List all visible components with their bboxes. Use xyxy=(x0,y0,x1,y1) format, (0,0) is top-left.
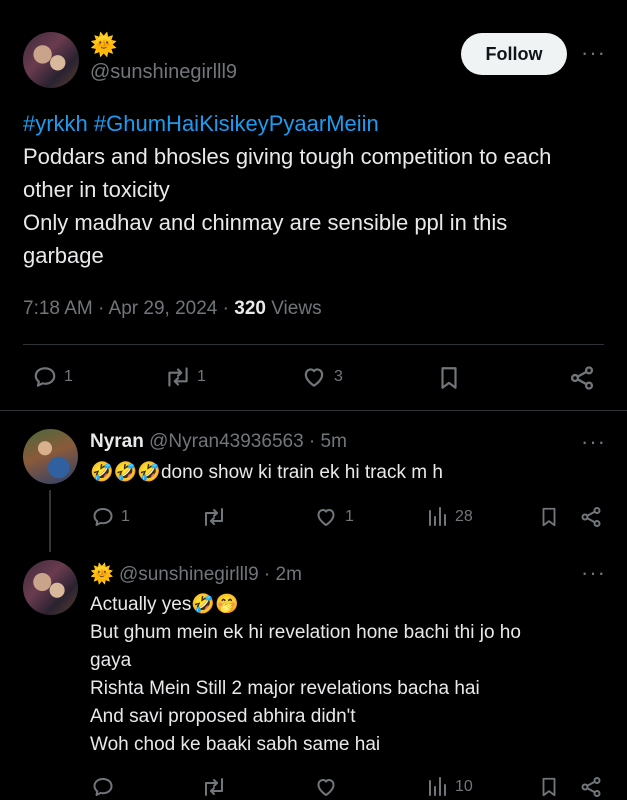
reply2-bookmark-button[interactable] xyxy=(538,775,560,799)
reply2-reply-button[interactable] xyxy=(91,775,115,799)
bookmark-icon xyxy=(542,507,556,527)
laugh-hush-emoji: 🤣🤭 xyxy=(191,593,239,615)
reply2-first-line: Actually yes xyxy=(90,594,192,615)
reply2-line-2: But ghum mein ek hi revelation hone bach… xyxy=(90,622,521,643)
repost-icon xyxy=(205,508,223,526)
author-avatar[interactable] xyxy=(23,32,79,88)
reply-text: dono show ki train ek hi track m h xyxy=(160,462,443,483)
bookmark-icon xyxy=(542,777,556,797)
heart-icon xyxy=(317,509,335,526)
more-options-icon[interactable]: ··· xyxy=(581,40,606,66)
reply2-views-button[interactable]: 10 xyxy=(427,775,473,799)
views-count: 320 xyxy=(234,298,266,319)
sun-emoji: 🌞 xyxy=(90,33,118,58)
reply-more-icon[interactable]: ··· xyxy=(581,429,606,455)
reply-reply-count: 1 xyxy=(121,508,130,525)
heart-icon xyxy=(304,368,324,387)
reply-views-button[interactable]: 28 xyxy=(427,505,473,529)
thread-line xyxy=(49,490,51,552)
share-button[interactable] xyxy=(568,364,596,392)
like-count: 3 xyxy=(334,368,343,385)
repost-count: 1 xyxy=(197,368,206,385)
divider xyxy=(23,344,604,345)
reply-author-handle[interactable]: @Nyran43936563 · 5m xyxy=(149,431,347,452)
author-avatar[interactable] xyxy=(23,560,78,615)
reply-header: Nyran @Nyran43936563 · 5m xyxy=(90,431,347,453)
reply2-views-count: 10 xyxy=(455,778,473,795)
reply-repost-button[interactable] xyxy=(200,505,228,529)
sun-emoji: 🌞 xyxy=(90,563,114,585)
reply2-line-6: Woh chod ke baaki sabh same hai xyxy=(90,734,381,755)
post-line-4: garbage xyxy=(23,243,104,268)
post-timestamp-row: 7:18 AM · Apr 29, 2024 · 320 Views xyxy=(23,298,322,320)
reply-icon xyxy=(93,508,113,526)
reply-reply-button[interactable]: 1 xyxy=(91,505,130,529)
bookmark-icon xyxy=(441,367,457,389)
post-line-2: other in toxicity xyxy=(23,177,170,202)
repost-button[interactable]: 1 xyxy=(163,364,206,390)
reply2-more-icon[interactable]: ··· xyxy=(581,560,606,586)
repost-icon xyxy=(205,778,223,796)
repost-icon xyxy=(168,367,188,387)
reply-like-button[interactable]: 1 xyxy=(313,505,354,529)
reply-bookmark-button[interactable] xyxy=(538,505,560,529)
share-icon xyxy=(581,507,601,527)
reply-like-count: 1 xyxy=(345,508,354,525)
views-label: Views xyxy=(265,298,322,319)
bookmark-button[interactable] xyxy=(436,364,462,392)
reply2-share-button[interactable] xyxy=(579,775,603,799)
like-button[interactable]: 3 xyxy=(300,364,343,390)
post-hashtags[interactable]: #yrkkh #GhumHaiKisikeyPyaarMeiin xyxy=(23,107,379,140)
reply-author-name[interactable]: Nyran xyxy=(90,431,144,452)
divider xyxy=(0,410,627,411)
reply2-like-button[interactable] xyxy=(313,775,339,799)
analytics-icon xyxy=(429,507,446,526)
reply-views-count: 28 xyxy=(455,508,473,525)
laughing-emoji: 🤣🤣🤣 xyxy=(90,461,161,483)
reply2-author-handle[interactable]: @sunshinegirlll9 · 2m xyxy=(119,564,302,585)
share-icon xyxy=(581,777,601,797)
reply-icon xyxy=(34,367,56,387)
reply2-header: 🌞 @sunshinegirlll9 · 2m xyxy=(90,562,302,586)
heart-icon xyxy=(317,779,335,796)
reply-share-button[interactable] xyxy=(579,505,603,529)
reply-button[interactable]: 1 xyxy=(32,364,73,390)
reply-avatar[interactable] xyxy=(23,429,78,484)
reply-icon xyxy=(93,778,113,796)
reply2-line-3: gaya xyxy=(90,650,132,671)
post-line-3: Only madhav and chinmay are sensible ppl… xyxy=(23,210,508,235)
reply2-line-4: Rishta Mein Still 2 major revelations ba… xyxy=(90,678,480,699)
reply2-repost-button[interactable] xyxy=(200,775,228,799)
author-handle[interactable]: @sunshinegirlll9 xyxy=(90,61,237,84)
share-icon xyxy=(570,366,594,390)
post-time[interactable]: 7:18 AM · Apr 29, 2024 · xyxy=(23,298,234,319)
reply-count: 1 xyxy=(64,368,73,385)
follow-button[interactable]: Follow xyxy=(461,33,567,75)
analytics-icon xyxy=(429,777,446,796)
reply-body: 🤣🤣🤣dono show ki train ek hi track m h xyxy=(90,458,443,487)
reply2-line-1: Actually yes🤣🤭 xyxy=(90,590,239,619)
post-line-1: Poddars and bhosles giving tough competi… xyxy=(23,144,552,169)
reply2-line-5: And savi proposed abhira didn't xyxy=(90,706,356,727)
